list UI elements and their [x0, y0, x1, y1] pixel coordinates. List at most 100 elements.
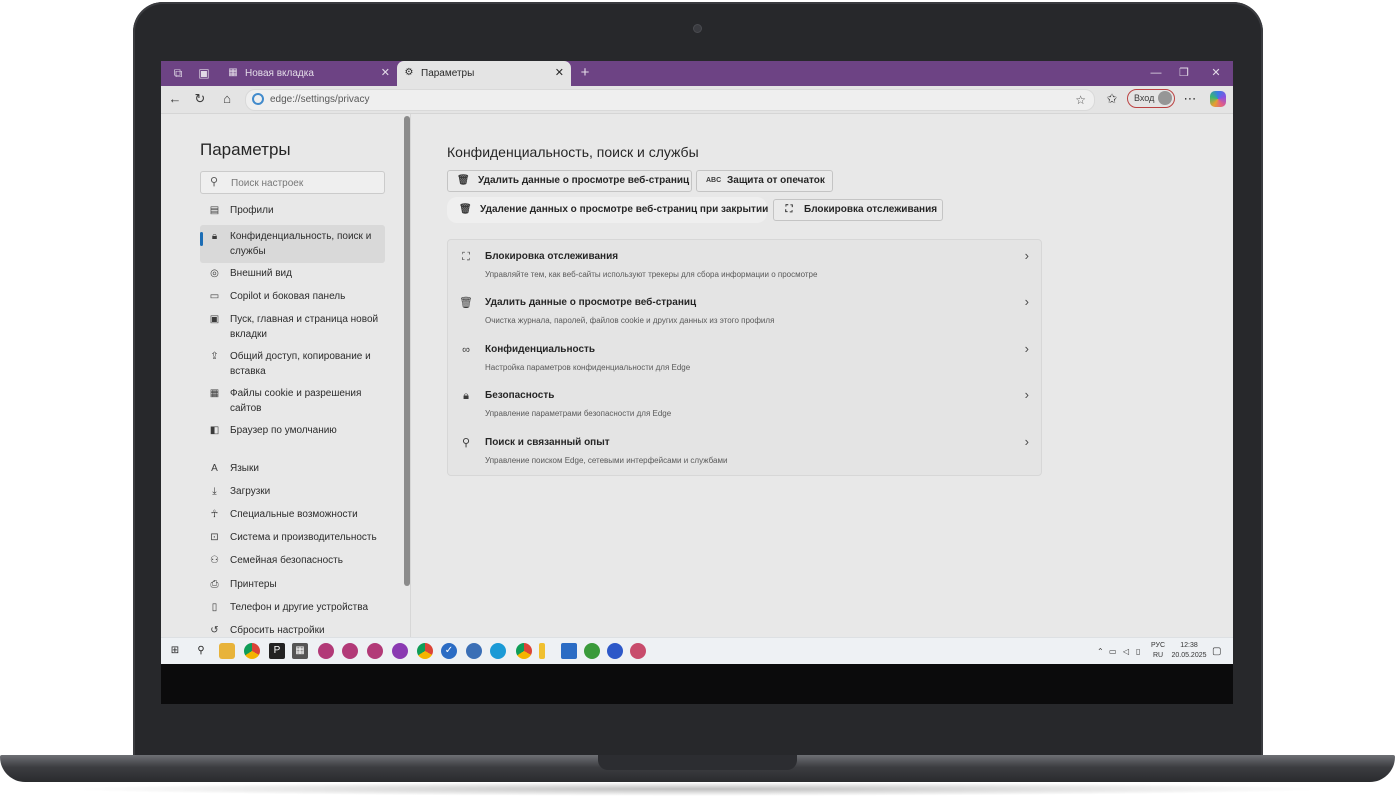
browser-app-icon[interactable] [342, 643, 358, 659]
search-icon[interactable]: ⚲ [193, 643, 209, 659]
sidebar-item-start-page[interactable]: ▣ Пуск, главная и страница новой вкладки [200, 312, 385, 342]
app-mail-icon[interactable] [466, 643, 482, 659]
sidebar-item-system[interactable]: ⊡ Система и производительность [200, 530, 385, 546]
chip-delete-browsing-data[interactable]: 🗑︎ Удалить данные о просмотре веб-страни… [447, 170, 692, 192]
new-tab-button[interactable]: + [575, 61, 595, 86]
chip-delete-on-close[interactable]: 🗑︎ Удаление данных о просмотре веб-стран… [449, 199, 768, 221]
sidebar-item-phone[interactable]: ▯ Телефон и другие устройства [200, 600, 385, 616]
refresh-icon[interactable]: ↻ [192, 91, 208, 107]
favorite-star-icon[interactable]: ☆ [1075, 90, 1086, 110]
row-search-services[interactable]: ⚲ Поиск и связанный опыт Управление поис… [448, 426, 1041, 472]
close-tab-icon[interactable]: ✕ [555, 61, 564, 86]
app-yellow-icon[interactable] [539, 643, 545, 659]
app-blue-icon[interactable] [561, 643, 577, 659]
appearance-icon: ◎ [210, 268, 219, 279]
sidebar-item-profiles[interactable]: ▤ Профили [200, 203, 385, 219]
volume-icon[interactable]: ◁ [1123, 638, 1129, 664]
edge-taskbar-icon[interactable] [490, 643, 506, 659]
tray-chevron-icon[interactable]: ⌃ [1097, 638, 1104, 664]
signin-button[interactable]: Вход [1127, 89, 1175, 108]
tracking-icon: ⛶ [462, 251, 470, 263]
family-icon: ⚇ [210, 555, 219, 566]
row-security[interactable]: 🔒︎ Безопасность Управление параметрами б… [448, 379, 1041, 425]
close-window-button[interactable]: ✕ [1201, 61, 1231, 86]
search-icon: ⚲ [210, 176, 219, 188]
tab-new-tab[interactable]: ▦ Новая вкладка ✕ [221, 61, 397, 86]
address-url: edge://settings/privacy [270, 94, 370, 105]
tab-label: Новая вкладка [245, 68, 314, 79]
sidebar-item-languages[interactable]: A Языки [200, 461, 385, 477]
copilot-icon[interactable] [1210, 91, 1226, 107]
row-privacy[interactable]: ∞ Конфиденциальность Настройка параметро… [448, 333, 1041, 379]
favorites-icon[interactable]: ✩ [1104, 91, 1120, 107]
network-icon[interactable]: ▭ [1109, 638, 1117, 664]
webcam [693, 24, 702, 33]
laptop-shadow [60, 782, 1335, 796]
tab-settings[interactable]: ⚙ Параметры ✕ [397, 61, 571, 86]
browser-app-icon[interactable] [392, 643, 408, 659]
calculator-icon[interactable]: ▦ [292, 643, 308, 659]
sidebar-item-cookies[interactable]: ▦ Файлы cookie и разрешения сайтов [200, 386, 385, 416]
screen: ⧉ ▣ ▦ Новая вкладка ✕ ⚙ Параметры ✕ + — … [161, 61, 1233, 664]
row-tracking-prevention[interactable]: ⛶ Блокировка отслеживания Управляйте тем… [448, 240, 1041, 286]
sidebar-item-appearance[interactable]: ◎ Внешний вид [200, 266, 385, 282]
windows-start-icon[interactable]: ⊞ [167, 643, 183, 659]
browser-app-icon[interactable] [318, 643, 334, 659]
back-arrow-icon[interactable]: ← [167, 91, 183, 107]
page-title: Конфиденциальность, поиск и службы [447, 144, 699, 160]
sidebar-item-accessibility[interactable]: ☥ Специальные возможности [200, 507, 385, 523]
app-check-icon[interactable]: ✓ [441, 643, 457, 659]
chrome-icon[interactable] [516, 643, 532, 659]
title-bar: ⧉ ▣ ▦ Новая вкладка ✕ ⚙ Параметры ✕ + — … [161, 61, 1233, 86]
system-icon: ⊡ [210, 532, 219, 543]
navigation-bar: ← ↻ ⌂ edge://settings/privacy ☆ ✩ Вход ⋯ [161, 86, 1233, 114]
printer-icon: ⎙ [210, 579, 219, 590]
chip-tracking-prevention[interactable]: ⛶ Блокировка отслеживания [773, 199, 943, 221]
screen-bezel [161, 664, 1233, 704]
sidebar-item-printers[interactable]: ⎙ Принтеры [200, 577, 385, 593]
clock[interactable]: 12:38 20.05.2025 [1171, 641, 1207, 661]
download-icon: ⤓ [212, 486, 217, 497]
sidebar-item-downloads[interactable]: ⤓ Загрузки [200, 484, 385, 500]
tracking-icon: ⛶ [785, 204, 793, 215]
search-input[interactable] [229, 174, 383, 192]
more-options-icon[interactable]: ⋯ [1182, 91, 1198, 107]
chrome-icon[interactable] [417, 643, 433, 659]
trash-icon: 🗑︎ [457, 175, 470, 186]
profile-icon: ▤ [209, 205, 220, 216]
app-green-icon[interactable] [584, 643, 600, 659]
app-misc-icon[interactable] [630, 643, 646, 659]
workspaces-icon[interactable]: ⧉ [170, 65, 186, 81]
app-p-icon[interactable]: P [269, 643, 285, 659]
phone-icon: ▯ [211, 602, 218, 613]
chevron-right-icon: › [1024, 341, 1029, 356]
chip-typo-protection[interactable]: ABC Защита от опечаток [696, 170, 833, 192]
close-tab-icon[interactable]: ✕ [381, 61, 390, 86]
sidebar-item-privacy[interactable]: 🔒︎ Конфиденциальность, поиск и службы [200, 225, 385, 263]
tab-label: Параметры [421, 68, 475, 79]
chrome-icon[interactable] [244, 643, 260, 659]
settings-search[interactable]: ⚲ [200, 171, 385, 194]
battery-icon[interactable]: ▯ [1136, 638, 1140, 664]
chevron-right-icon: › [1024, 248, 1029, 263]
home-icon[interactable]: ⌂ [219, 91, 235, 107]
sidebar-icon: ▭ [209, 291, 220, 302]
file-explorer-icon[interactable] [219, 643, 235, 659]
lock-icon: 🔒︎ [463, 390, 469, 402]
app-shield-icon[interactable] [607, 643, 623, 659]
minimize-button[interactable]: — [1141, 61, 1171, 86]
sidebar-item-family[interactable]: ⚇ Семейная безопасность [200, 553, 385, 569]
address-bar[interactable]: edge://settings/privacy ☆ [245, 89, 1095, 111]
language-icon: A [211, 463, 218, 474]
language-indicator[interactable]: РУС RU [1149, 641, 1167, 661]
sidebar-item-sharing[interactable]: ⇪ Общий доступ, копирование и вставка [200, 349, 385, 379]
sidebar-item-copilot[interactable]: ▭ Copilot и боковая панель [200, 289, 385, 305]
tab-actions-icon[interactable]: ▣ [196, 65, 212, 81]
notifications-icon[interactable]: ▢ [1212, 638, 1221, 664]
windows-taskbar: ⊞ ⚲ P ▦ ✓ ⌃ ▭ ◁ ▯ РУС RU 12:38 20.05.202… [161, 637, 1233, 664]
row-delete-browsing-data[interactable]: 🗑︎ Удалить данные о просмотре веб-страни… [448, 286, 1041, 332]
sidebar-item-default-browser[interactable]: ◧ Браузер по умолчанию [200, 423, 385, 439]
restore-button[interactable]: ❐ [1169, 61, 1199, 86]
new-tab-favicon-icon: ▦ [228, 67, 238, 78]
browser-app-icon[interactable] [367, 643, 383, 659]
